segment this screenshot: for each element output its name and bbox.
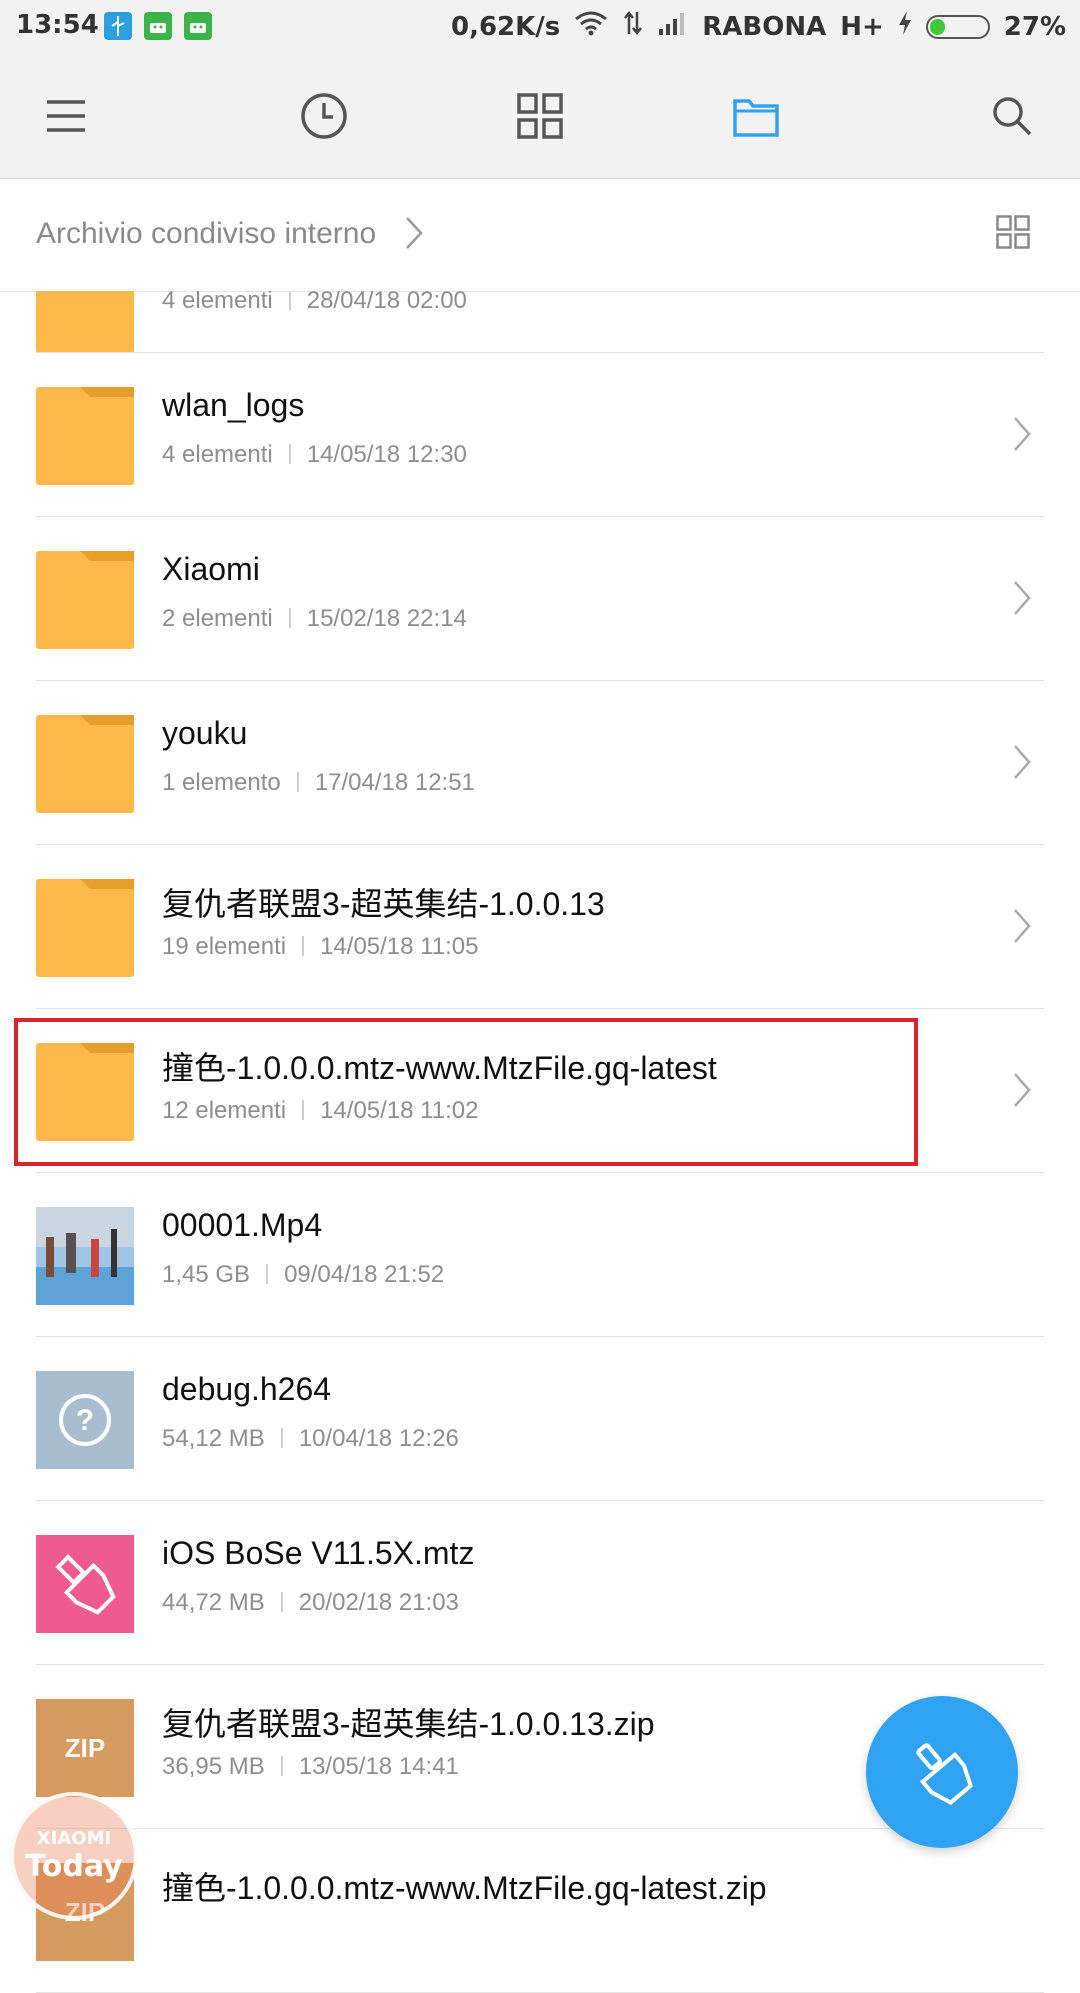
status-right: 0,62K/s RABONA H+ 27% (451, 10, 1066, 43)
list-item-name: Xiaomi (162, 551, 260, 587)
list-item[interactable]: 00001.Mp4 1,45 GB 09/04/18 21:52 (0, 1173, 1080, 1337)
usb-icon (104, 12, 132, 40)
theme-file-icon (36, 1535, 134, 1633)
folder-tab-button[interactable] (726, 86, 786, 146)
breadcrumb: Archivio condiviso interno (0, 179, 1080, 292)
chevron-right-icon (1014, 745, 1031, 779)
folder-icon (36, 387, 134, 485)
categories-button[interactable] (510, 86, 570, 146)
categories-icon (517, 93, 563, 139)
highlight-box (14, 1018, 918, 1166)
grid-view-icon (996, 215, 1030, 249)
list-item-meta: 54,12 MB 10/04/18 12:26 (162, 1425, 459, 1452)
list-item-name: 复仇者联盟3-超英集结-1.0.0.13 (162, 886, 605, 922)
folder-icon (36, 879, 134, 977)
broom-icon (916, 1743, 973, 1805)
list-item[interactable]: 复仇者联盟3-超英集结-1.0.0.13 19 elementi 14/05/18 … (0, 845, 1080, 1009)
battery-percent: 27% (1003, 11, 1066, 42)
list-item-meta: 4 elementi 14/05/18 12:30 (162, 441, 467, 468)
search-button[interactable] (982, 86, 1042, 146)
folder-icon (733, 99, 779, 137)
signal-icon (658, 11, 688, 42)
list-item[interactable]: iOS BoSe V11.5X.mtz 44,72 MB 20/02/18 21:0… (0, 1501, 1080, 1665)
list-item[interactable]: Xiaomi 2 elementi 15/02/18 22:14 (0, 517, 1080, 681)
recent-button[interactable] (294, 86, 354, 146)
status-time: 13:54 (16, 10, 99, 40)
toolbar (0, 56, 1080, 179)
network-type: H+ (840, 11, 884, 42)
search-icon (993, 97, 1032, 136)
list-item-name: 00001.Mp4 (162, 1207, 323, 1243)
android-debug-icon (144, 12, 172, 40)
data-transfer-icon (622, 10, 644, 43)
list-item-meta: 4 elementi 28/04/18 02:00 (162, 291, 467, 314)
battery-icon (925, 14, 990, 39)
svg-text:?: ? (76, 1404, 94, 1437)
notification-icons (104, 12, 212, 40)
list-item-name: 复仇者联盟3-超英集结-1.0.0.13.zip (162, 1706, 655, 1742)
folder-icon (36, 291, 134, 353)
list-item-meta: 44,72 MB 20/02/18 21:03 (162, 1589, 459, 1616)
menu-button[interactable] (36, 86, 96, 146)
chevron-right-icon (1014, 417, 1031, 451)
clean-button[interactable] (866, 1696, 1018, 1848)
list-item-name: wlan_logs (162, 387, 305, 423)
view-toggle-button[interactable] (996, 215, 1030, 253)
list-item-meta: 1 elemento 17/04/18 12:51 (162, 769, 475, 796)
folder-icon (36, 715, 134, 813)
list-item[interactable]: ? debug.h264 54,12 MB 10/04/18 12:26 (0, 1337, 1080, 1501)
carrier-name: RABONA (702, 11, 827, 42)
list-item-partial[interactable]: 4 elementi 28/04/18 02:00 (0, 291, 1080, 353)
list-item-meta: 2 elementi 15/02/18 22:14 (162, 605, 467, 632)
network-speed: 0,62K/s (450, 11, 561, 42)
chevron-right-icon (406, 217, 423, 249)
list-item-name: debug.h264 (162, 1371, 332, 1407)
watermark-logo: XIAOMI Today (10, 1792, 138, 1920)
unknown-file-icon: ? (36, 1371, 134, 1469)
list-item-meta: 19 elementi 14/05/18 11:05 (162, 933, 479, 960)
charging-icon (898, 11, 912, 42)
list-item-meta: 1,45 GB 09/04/18 21:52 (162, 1261, 445, 1288)
wifi-icon (574, 10, 608, 43)
menu-icon (47, 100, 85, 132)
folder-icon (36, 551, 134, 649)
recent-icon (301, 93, 347, 139)
list-item-meta: 36,95 MB 13/05/18 14:41 (162, 1753, 459, 1780)
video-thumbnail (36, 1207, 134, 1305)
zip-file-icon: ZIP (36, 1699, 134, 1797)
list-item[interactable]: youku 1 elemento 17/04/18 12:51 (0, 681, 1080, 845)
chevron-right-icon (1014, 909, 1031, 943)
breadcrumb-path[interactable]: Archivio condiviso interno (36, 217, 376, 251)
android-debug-icon (184, 12, 212, 40)
status-bar: 13:54 0,62K/s RABONA H+ 27% (0, 0, 1080, 56)
chevron-right-icon (1014, 581, 1031, 615)
chevron-right-icon (1014, 1073, 1031, 1107)
list-item[interactable]: wlan_logs 4 elementi 14/05/18 12:30 (0, 353, 1080, 517)
list-item-name: 撞色-1.0.0.0.mtz-www.MtzFile.gq-latest.zip (162, 1870, 767, 1906)
list-item[interactable]: ZIP 撞色-1.0.0.0.mtz-www.MtzFile.gq-latest.… (0, 1829, 1080, 1993)
list-item-name: iOS BoSe V11.5X.mtz (162, 1535, 475, 1571)
list-item-name: youku (162, 715, 248, 751)
